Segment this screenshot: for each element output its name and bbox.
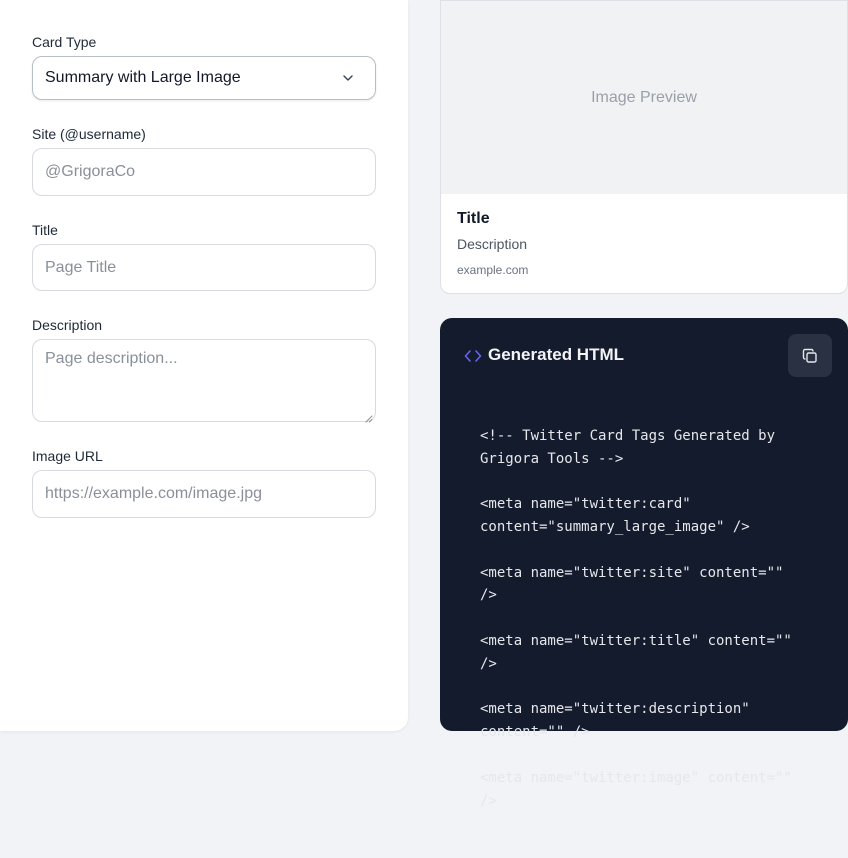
preview-domain: example.com — [457, 263, 529, 277]
preview-title: Title — [457, 210, 490, 227]
card-type-selected-value: Summary with Large Image — [45, 69, 241, 86]
card-type-label: Card Type — [32, 34, 97, 50]
title-label: Title — [32, 222, 58, 238]
image-url-label: Image URL — [32, 448, 103, 464]
description-label: Description — [32, 317, 103, 333]
site-label: Site (@username) — [32, 126, 146, 142]
twitter-card-preview: Image Preview Title Description example.… — [440, 0, 848, 294]
chevron-down-icon — [343, 75, 353, 81]
site-input[interactable]: @GrigoraCo — [32, 148, 376, 196]
description-textarea-placeholder: Page description... — [45, 350, 178, 367]
copy-icon — [802, 348, 818, 364]
generated-html-title: Generated HTML — [488, 345, 625, 364]
description-textarea[interactable]: Page description... — [32, 339, 376, 423]
code-line: <meta name="twitter:title" content="" /> — [480, 632, 801, 672]
image-preview-placeholder: Image Preview — [591, 88, 697, 106]
title-input-placeholder: Page Title — [45, 258, 117, 276]
code-line: <meta name="twitter:image" content="" /> — [480, 769, 801, 809]
copy-button[interactable] — [788, 334, 832, 377]
image-url-input[interactable]: https://example.com/image.jpg — [32, 470, 376, 518]
code-line: <!-- Twitter Card Tags Generated by Grig… — [480, 427, 784, 467]
image-preview-area: Image Preview — [441, 1, 847, 194]
code-brackets-icon — [464, 348, 482, 364]
image-url-input-placeholder: https://example.com/image.jpg — [45, 485, 262, 502]
code-line: <meta name="twitter:site" content="" /> — [480, 564, 792, 604]
code-line: <meta name="twitter:description" content… — [480, 701, 759, 741]
generated-html-panel: Generated HTML <!-- Twitter Card Tags Ge… — [440, 318, 848, 809]
resize-handle-icon[interactable] — [364, 410, 373, 423]
code-line: <meta name="twitter:card" content="summa… — [480, 496, 750, 535]
title-input[interactable]: Page Title — [32, 244, 376, 291]
generated-code-block[interactable]: <!-- Twitter Card Tags Generated by Grig… — [480, 402, 800, 858]
preview-description: Description — [457, 236, 528, 252]
card-type-select[interactable]: Summary with Large Image — [32, 56, 376, 100]
site-input-placeholder: @GrigoraCo — [45, 163, 136, 180]
form-panel: Card Type Summary with Large Image Site … — [0, 0, 408, 731]
